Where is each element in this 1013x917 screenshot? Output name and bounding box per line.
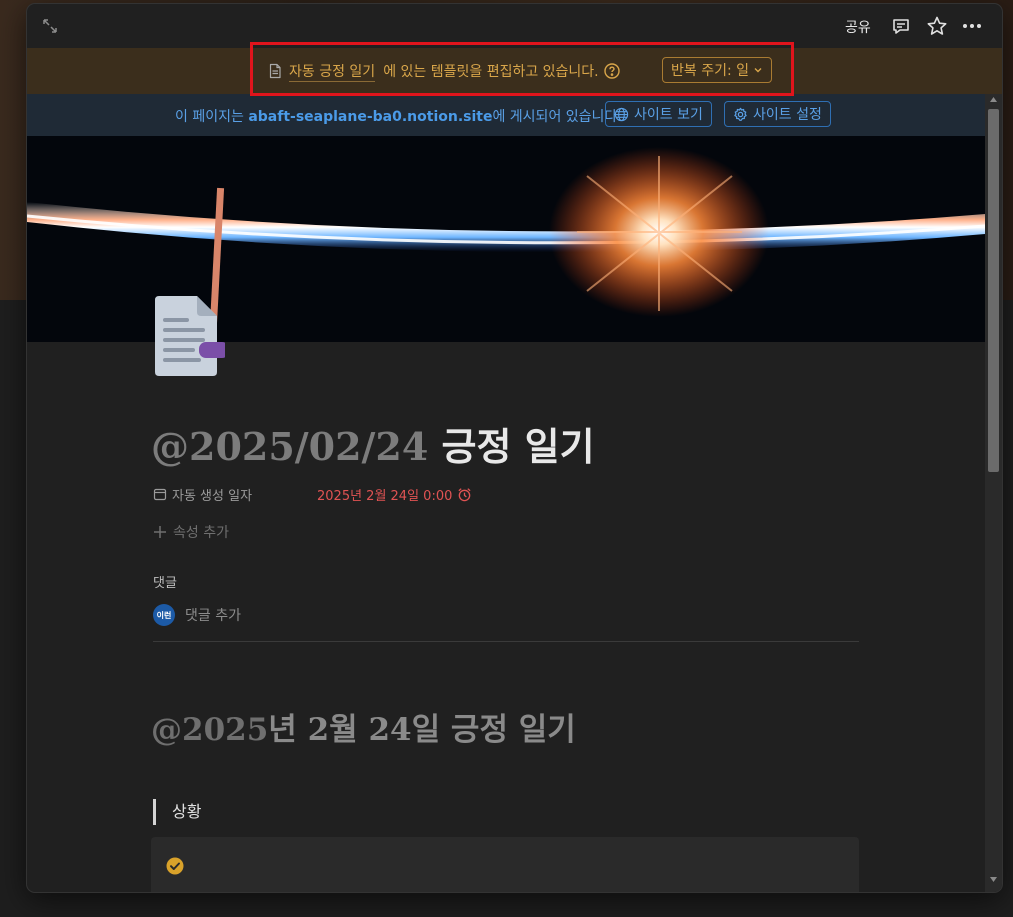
- share-button[interactable]: 공유: [845, 17, 871, 37]
- comments-heading: 댓글: [153, 576, 177, 591]
- published-site-message: 이 페이지는 abaft-seaplane-ba0.notion.site에 게…: [175, 109, 622, 125]
- property-label[interactable]: 자동 생성 일자: [153, 485, 317, 504]
- callout-block[interactable]: [151, 837, 859, 892]
- calendar-icon: [153, 488, 167, 501]
- vertical-scrollbar[interactable]: [985, 94, 1002, 892]
- divider: [153, 641, 859, 642]
- template-banner-message: 에 있는 템플릿을 편집하고 있습니다.: [383, 64, 599, 80]
- view-site-button[interactable]: 사이트 보기: [605, 101, 712, 127]
- date-mention[interactable]: @2025/02/24: [151, 424, 428, 469]
- published-site-url[interactable]: abaft-seaplane-ba0.notion.site: [248, 109, 492, 125]
- quote-block[interactable]: 상황: [153, 799, 201, 825]
- check-circle-icon: [166, 857, 184, 875]
- scrollbar-thumb[interactable]: [988, 109, 999, 472]
- plus-icon: [154, 526, 166, 538]
- published-site-banner: 이 페이지는 abaft-seaplane-ba0.notion.site에 게…: [27, 94, 1002, 136]
- property-value-date[interactable]: 2025년 2월 24일 0:00: [317, 485, 472, 504]
- avatar: 이런: [153, 604, 175, 626]
- expand-icon[interactable]: [41, 17, 59, 35]
- add-comment-button[interactable]: 이런 댓글 추가: [153, 604, 241, 626]
- date-mention[interactable]: @2025: [151, 712, 268, 748]
- repeat-frequency-button[interactable]: 반복 주기: 일: [662, 57, 773, 83]
- gear-icon: [734, 107, 747, 121]
- globe-icon: [614, 107, 629, 121]
- more-icon[interactable]: [961, 15, 983, 37]
- site-settings-button[interactable]: 사이트 설정: [724, 101, 831, 127]
- chevron-down-icon: [754, 68, 762, 73]
- page-title[interactable]: @2025/02/24 긍정 일기: [151, 416, 595, 471]
- star-icon[interactable]: [926, 15, 948, 37]
- template-source-link[interactable]: 자동 긍정 일기: [289, 61, 376, 82]
- heading-1[interactable]: @2025년 2월 24일 긍정 일기: [151, 704, 576, 749]
- page-document-icon[interactable]: [153, 296, 225, 378]
- repeat-frequency-label: 반복 주기: 일: [671, 63, 750, 79]
- template-edit-banner: 자동 긍정 일기 에 있는 템플릿을 편집하고 있습니다. 반복 주기: 일: [27, 48, 1002, 94]
- comment-icon[interactable]: [891, 16, 911, 36]
- scroll-down-arrow-icon[interactable]: [990, 877, 997, 882]
- page-modal: 공유 자동 긍정 일기 에 있는 템플릿을 편집하고 있습니다. 반복 주기: …: [27, 4, 1002, 892]
- document-icon: [269, 63, 281, 79]
- alarm-clock-icon: [458, 487, 471, 501]
- scroll-up-arrow-icon[interactable]: [990, 97, 997, 102]
- modal-topbar: 공유: [27, 4, 1002, 48]
- add-property-button[interactable]: 속성 추가: [153, 522, 229, 542]
- property-row-created-date: 자동 생성 일자 2025년 2월 24일 0:00: [153, 484, 472, 504]
- help-icon[interactable]: [603, 62, 621, 80]
